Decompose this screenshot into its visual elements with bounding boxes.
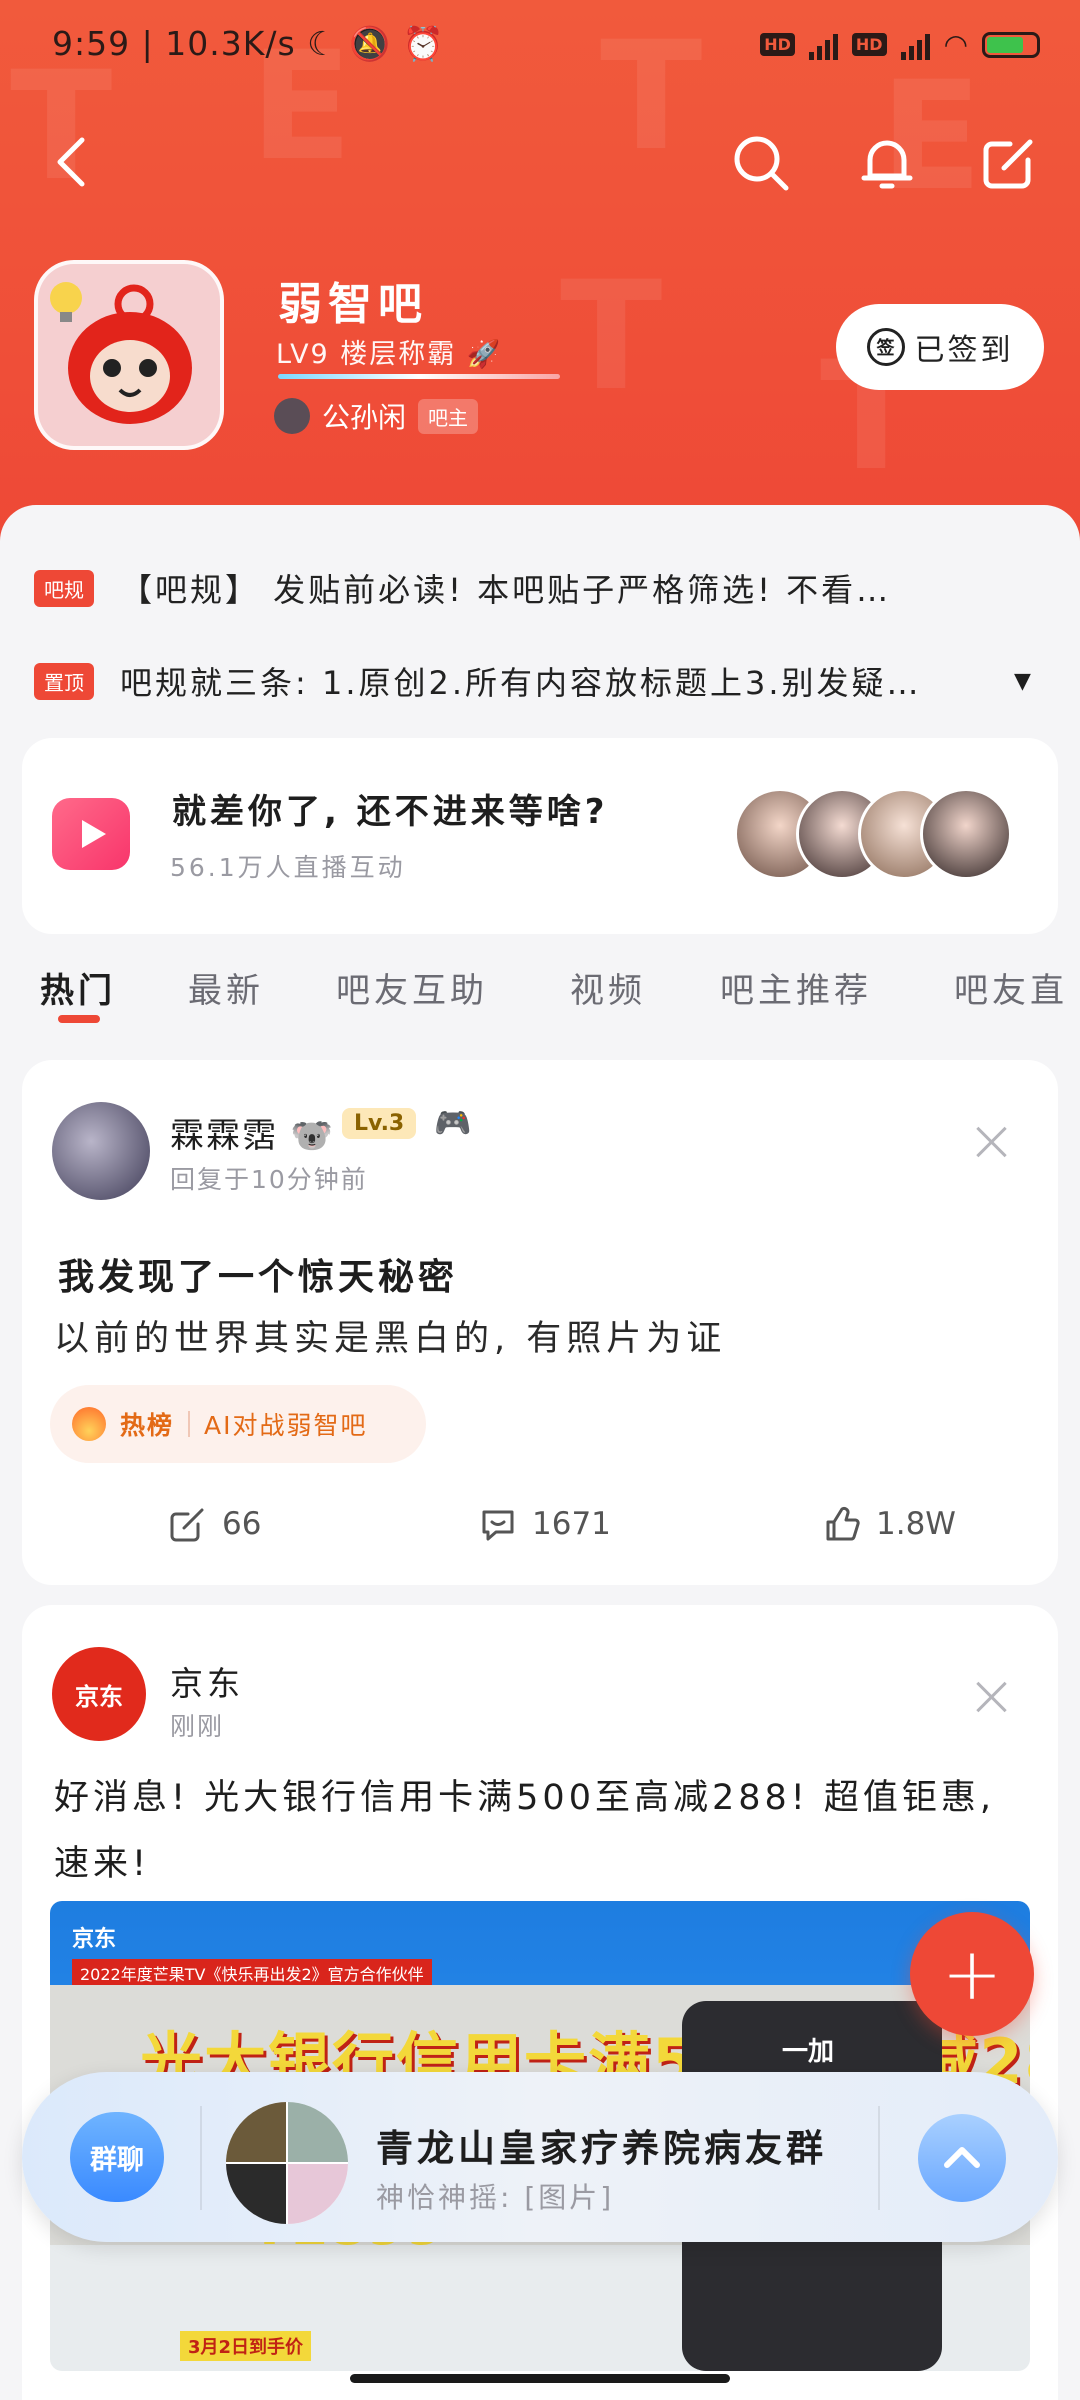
- hd-badge: HD: [851, 33, 887, 56]
- status-bar: 9:59 | 10.3K/s ☾ 🔕 ⏰ HD HD ◠: [0, 0, 1080, 96]
- author-avatar[interactable]: 京东: [52, 1647, 146, 1741]
- rule-badge: 吧规: [34, 569, 94, 607]
- banner-date: 3月2日到手价: [180, 2331, 312, 2361]
- forum-avatar[interactable]: [34, 260, 224, 450]
- pinned-badge: 置顶: [34, 662, 94, 700]
- tab-hot[interactable]: 热门: [40, 963, 116, 1012]
- tab-help[interactable]: 吧友互助: [336, 963, 488, 1012]
- chevron-up-icon: [944, 2147, 980, 2168]
- user-level: LV9 楼层称霸 🚀: [276, 339, 503, 370]
- expand-icon[interactable]: ▼: [1014, 669, 1031, 694]
- forum-header: T E T E E T T 9:59 | 10.3K/s ☾ 🔕 ⏰ HD HD…: [0, 0, 1080, 560]
- close-icon[interactable]: [974, 1124, 1010, 1160]
- banner-ribbon: 2022年度芒果TV《快乐再出发2》官方合作伙伴: [72, 1959, 432, 1987]
- tab-indicator: [58, 1015, 100, 1023]
- level-progress-bar: [278, 374, 560, 379]
- checkin-label: 已签到: [914, 333, 1014, 368]
- post-time: 回复于10分钟前: [170, 1165, 368, 1194]
- rocket-icon: 🚀: [466, 339, 503, 370]
- post-body: 以前的世界其实是黑白的, 有照片为证: [54, 1319, 727, 1359]
- group-chat-bar[interactable]: 群聊 青龙山皇家疗养院病友群 神恰神摇: [图片]: [22, 2072, 1058, 2242]
- owner-name: 公孙闲: [322, 401, 407, 434]
- avatar: [920, 788, 1012, 880]
- mute-icon: 🔕: [349, 24, 392, 63]
- like-count: 1.8W: [876, 1506, 956, 1542]
- like-action[interactable]: 1.8W: [822, 1504, 956, 1544]
- forum-mascot-icon: [50, 282, 192, 424]
- tab-latest[interactable]: 最新: [188, 963, 264, 1012]
- alarm-icon: ⏰: [402, 24, 445, 63]
- close-icon[interactable]: [974, 1679, 1010, 1715]
- post-card[interactable]: 霖霖霑 🐨 Lv.3 🎮 回复于10分钟前 我发现了一个惊天秘密 以前的世界其实…: [22, 1060, 1058, 1585]
- tab-owner-picks[interactable]: 吧主推荐: [720, 963, 872, 1012]
- comment-icon: [482, 1510, 514, 1541]
- pinned-text: 吧规就三条: 1.原创2.所有内容放标题上3.别发疑…: [120, 664, 922, 702]
- post-title: 我发现了一个惊天秘密: [58, 1257, 459, 1298]
- comment-action[interactable]: 1671: [478, 1504, 611, 1544]
- hot-topic: AI对战弱智吧: [204, 1411, 368, 1440]
- forum-owner[interactable]: 公孙闲 吧主: [274, 396, 479, 436]
- tab-friends-live[interactable]: 吧友直: [954, 963, 1068, 1012]
- forum-name: 弱智吧: [278, 279, 428, 330]
- live-title: 就差你了, 还不进来等啥?: [172, 792, 609, 832]
- rule-text: 【吧规】 发贴前必读! 本吧贴子严格筛选! 不看…: [120, 571, 892, 609]
- wifi-icon: ◠: [943, 28, 968, 61]
- game-badge-icon: 🎮: [434, 1106, 472, 1141]
- checkin-icon: 签: [866, 328, 905, 366]
- scroll-top-button[interactable]: [918, 2114, 1006, 2202]
- group-last-message: 神恰神摇: [图片]: [376, 2181, 615, 2214]
- tab-bar: 热门 最新 吧友互助 视频 吧主推荐 吧友直: [0, 955, 1080, 1035]
- group-avatar: [226, 2102, 348, 2224]
- new-post-button[interactable]: +: [910, 1912, 1034, 2036]
- battery-icon: [982, 31, 1040, 58]
- status-icons: HD HD ◠: [760, 28, 1040, 61]
- status-time-and-speed: 9:59 | 10.3K/s ☾ 🔕 ⏰: [52, 24, 445, 63]
- edit-post-icon[interactable]: [974, 128, 1044, 198]
- banner-brand: 京东: [72, 1927, 117, 1952]
- hot-topic-chip[interactable]: 热榜 AI对战弱智吧: [50, 1385, 426, 1463]
- comment-count: 1671: [532, 1506, 611, 1542]
- top-nav: [0, 120, 1080, 210]
- live-video-icon: [52, 798, 130, 870]
- moon-icon: ☾: [307, 24, 338, 63]
- group-name: 青龙山皇家疗养院病友群: [376, 2127, 827, 2170]
- hd-badge: HD: [760, 33, 795, 56]
- fire-icon: [72, 1407, 106, 1441]
- thumbs-up-icon: [826, 1506, 860, 1541]
- divider: [200, 2106, 202, 2210]
- bell-icon[interactable]: [852, 128, 922, 198]
- search-icon[interactable]: [726, 128, 796, 198]
- ad-post-card[interactable]: 京东 京东 刚刚 好消息! 光大银行信用卡满500至高减288! 超值钜惠, 速…: [22, 1605, 1058, 2400]
- divider: [878, 2106, 880, 2210]
- owner-tag: 吧主: [418, 398, 479, 434]
- rule-row[interactable]: 吧规 【吧规】 发贴前必读! 本吧贴子严格筛选! 不看…: [34, 565, 1044, 611]
- share-action[interactable]: 66: [168, 1504, 261, 1544]
- home-indicator[interactable]: [350, 2374, 730, 2383]
- post-body: 好消息! 光大银行信用卡满500至高减288! 超值钜惠, 速来!: [54, 1778, 996, 1884]
- header-pattern: T: [560, 250, 663, 424]
- checkin-button[interactable]: 签 已签到: [836, 304, 1044, 390]
- author-name[interactable]: 霖霖霑 🐨: [170, 1108, 335, 1157]
- plus-icon: +: [941, 1932, 1003, 2016]
- tab-video[interactable]: 视频: [570, 963, 646, 1012]
- back-icon[interactable]: [44, 132, 104, 192]
- level-badge: Lv.3: [342, 1108, 417, 1139]
- live-avatars: [734, 788, 1012, 880]
- pinned-row[interactable]: 置顶 吧规就三条: 1.原创2.所有内容放标题上3.别发疑… ▼: [34, 658, 1044, 704]
- live-subtitle: 56.1万人直播互动: [170, 853, 406, 882]
- share-icon: [170, 1508, 204, 1542]
- divider: [188, 1411, 191, 1437]
- share-count: 66: [222, 1506, 262, 1542]
- koala-icon: 🐨: [290, 1116, 336, 1156]
- signal-icon: [808, 30, 838, 60]
- group-chat-button[interactable]: 群聊: [70, 2112, 164, 2202]
- author-avatar[interactable]: [52, 1102, 150, 1200]
- live-banner[interactable]: 就差你了, 还不进来等啥? 56.1万人直播互动: [22, 738, 1058, 934]
- hot-label: 热榜: [120, 1411, 175, 1440]
- owner-avatar: [274, 398, 310, 434]
- author-name[interactable]: 京东: [170, 1657, 244, 1705]
- post-time: 刚刚: [170, 1712, 225, 1741]
- signal-icon: [900, 30, 930, 60]
